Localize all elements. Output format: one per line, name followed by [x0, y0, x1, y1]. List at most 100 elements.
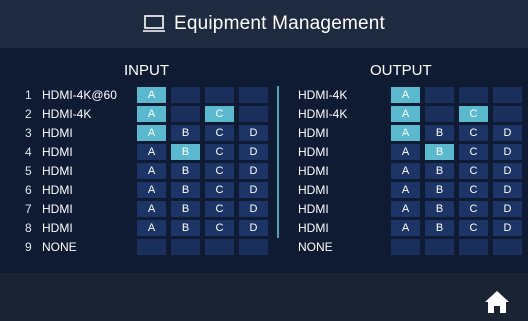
input-slot-button[interactable]: A	[137, 125, 166, 141]
output-slot-button[interactable]: B	[425, 163, 454, 179]
row-number: 6	[25, 183, 32, 197]
home-icon[interactable]	[484, 290, 510, 314]
input-slot-button[interactable]: D	[239, 163, 268, 179]
output-name: HDMI	[298, 145, 329, 159]
output-slot-button[interactable]: B	[425, 201, 454, 217]
row-number: 5	[25, 164, 32, 178]
input-slot-button[interactable]: B	[171, 182, 200, 198]
output-slot-button[interactable]: B	[425, 182, 454, 198]
output-slot-button[interactable]: D	[493, 201, 522, 217]
input-slot-button[interactable]	[239, 106, 268, 122]
row-number: 3	[25, 126, 32, 140]
row-number: 1	[25, 88, 32, 102]
input-slot-button[interactable]: A	[137, 87, 166, 103]
input-slot-button[interactable]: B	[171, 220, 200, 236]
output-slot-button[interactable]: C	[459, 144, 488, 160]
header-content: Equipment Management	[142, 13, 385, 35]
input-slot-button[interactable]	[171, 87, 200, 103]
input-slot-button[interactable]: A	[137, 163, 166, 179]
input-name: HDMI	[42, 183, 73, 197]
input-name: HDMI-4K	[42, 107, 92, 121]
input-slot-button[interactable]	[239, 239, 268, 255]
input-slot-button[interactable]: A	[137, 201, 166, 217]
output-slot-button[interactable]	[459, 87, 488, 103]
output-slot-button[interactable]: B	[425, 125, 454, 141]
input-slot-button[interactable]: C	[205, 220, 234, 236]
matrix-row: 5 HDMI A B C D HDMI A B C D	[0, 162, 528, 180]
input-name: NONE	[42, 240, 77, 254]
input-slot-button[interactable]: D	[239, 201, 268, 217]
output-slot-button[interactable]: B	[425, 220, 454, 236]
input-slot-button[interactable]: D	[239, 220, 268, 236]
output-slot-button[interactable]	[493, 87, 522, 103]
output-slot-button[interactable]	[493, 106, 522, 122]
input-name: HDMI	[42, 126, 73, 140]
output-slot-button[interactable]: C	[459, 125, 488, 141]
input-slot-button[interactable]	[137, 239, 166, 255]
output-slot-button[interactable]: A	[391, 220, 420, 236]
matrix-row: 3 HDMI A B C D HDMI A B C D	[0, 124, 528, 142]
output-slot-button[interactable]: C	[459, 182, 488, 198]
output-slot-button[interactable]: A	[391, 144, 420, 160]
input-slot-button[interactable]: C	[205, 125, 234, 141]
output-name: NONE	[298, 240, 333, 254]
matrix-row: 4 HDMI A B C D HDMI A B C D	[0, 143, 528, 161]
output-slot-button[interactable]: A	[391, 106, 420, 122]
output-slot-button[interactable]: C	[459, 220, 488, 236]
output-name: HDMI	[298, 164, 329, 178]
output-slot-button[interactable]: C	[459, 201, 488, 217]
output-slot-button[interactable]: D	[493, 144, 522, 160]
input-slot-button[interactable]: A	[137, 106, 166, 122]
output-slot-button[interactable]: A	[391, 201, 420, 217]
input-slot-button[interactable]: B	[171, 163, 200, 179]
input-slot-button[interactable]	[205, 239, 234, 255]
input-name: HDMI	[42, 221, 73, 235]
output-name: HDMI	[298, 183, 329, 197]
output-name: HDMI	[298, 126, 329, 140]
input-slot-button[interactable]: B	[171, 125, 200, 141]
output-slot-button[interactable]	[425, 87, 454, 103]
output-slot-button[interactable]	[391, 239, 420, 255]
input-slot-button[interactable]: C	[205, 182, 234, 198]
output-slot-button[interactable]	[425, 239, 454, 255]
output-slot-button[interactable]: C	[459, 163, 488, 179]
output-slot-button[interactable]	[493, 239, 522, 255]
input-slot-button[interactable]: B	[171, 144, 200, 160]
output-slot-button[interactable]: A	[391, 125, 420, 141]
input-slot-button[interactable]: D	[239, 144, 268, 160]
output-slot-button[interactable]: B	[425, 144, 454, 160]
input-slot-button[interactable]	[239, 87, 268, 103]
input-slot-button[interactable]: D	[239, 125, 268, 141]
input-slot-button[interactable]: C	[205, 106, 234, 122]
input-slot-button[interactable]	[171, 106, 200, 122]
input-slot-button[interactable]: C	[205, 144, 234, 160]
output-slot-button[interactable]: A	[391, 182, 420, 198]
output-slot-button[interactable]: D	[493, 125, 522, 141]
input-slot-button[interactable]: D	[239, 182, 268, 198]
input-slot-button[interactable]: A	[137, 220, 166, 236]
matrix-row: 1 HDMI-4K@60 A HDMI-4K A	[0, 86, 528, 104]
output-slot-button[interactable]: D	[493, 182, 522, 198]
input-slot-button[interactable]: C	[205, 163, 234, 179]
output-slot-button[interactable]: A	[391, 163, 420, 179]
input-slot-button[interactable]	[171, 239, 200, 255]
matrix-row: 6 HDMI A B C D HDMI A B C D	[0, 181, 528, 199]
row-number: 2	[25, 107, 32, 121]
output-slot-button[interactable]	[459, 239, 488, 255]
input-slot-button[interactable]: B	[171, 201, 200, 217]
matrix-row: 2 HDMI-4K A C HDMI-4K A C	[0, 105, 528, 123]
output-slot-button[interactable]: C	[459, 106, 488, 122]
output-slot-button[interactable]: A	[391, 87, 420, 103]
input-slot-button[interactable]	[205, 87, 234, 103]
input-slot-button[interactable]: A	[137, 182, 166, 198]
output-slot-button[interactable]: D	[493, 220, 522, 236]
row-number: 9	[25, 240, 32, 254]
header-bar: Equipment Management	[0, 0, 528, 48]
output-slot-button[interactable]: D	[493, 163, 522, 179]
output-slot-button[interactable]	[425, 106, 454, 122]
input-slot-button[interactable]: A	[137, 144, 166, 160]
row-number: 7	[25, 202, 32, 216]
row-number: 4	[25, 145, 32, 159]
output-name: HDMI-4K	[298, 88, 348, 102]
input-slot-button[interactable]: C	[205, 201, 234, 217]
